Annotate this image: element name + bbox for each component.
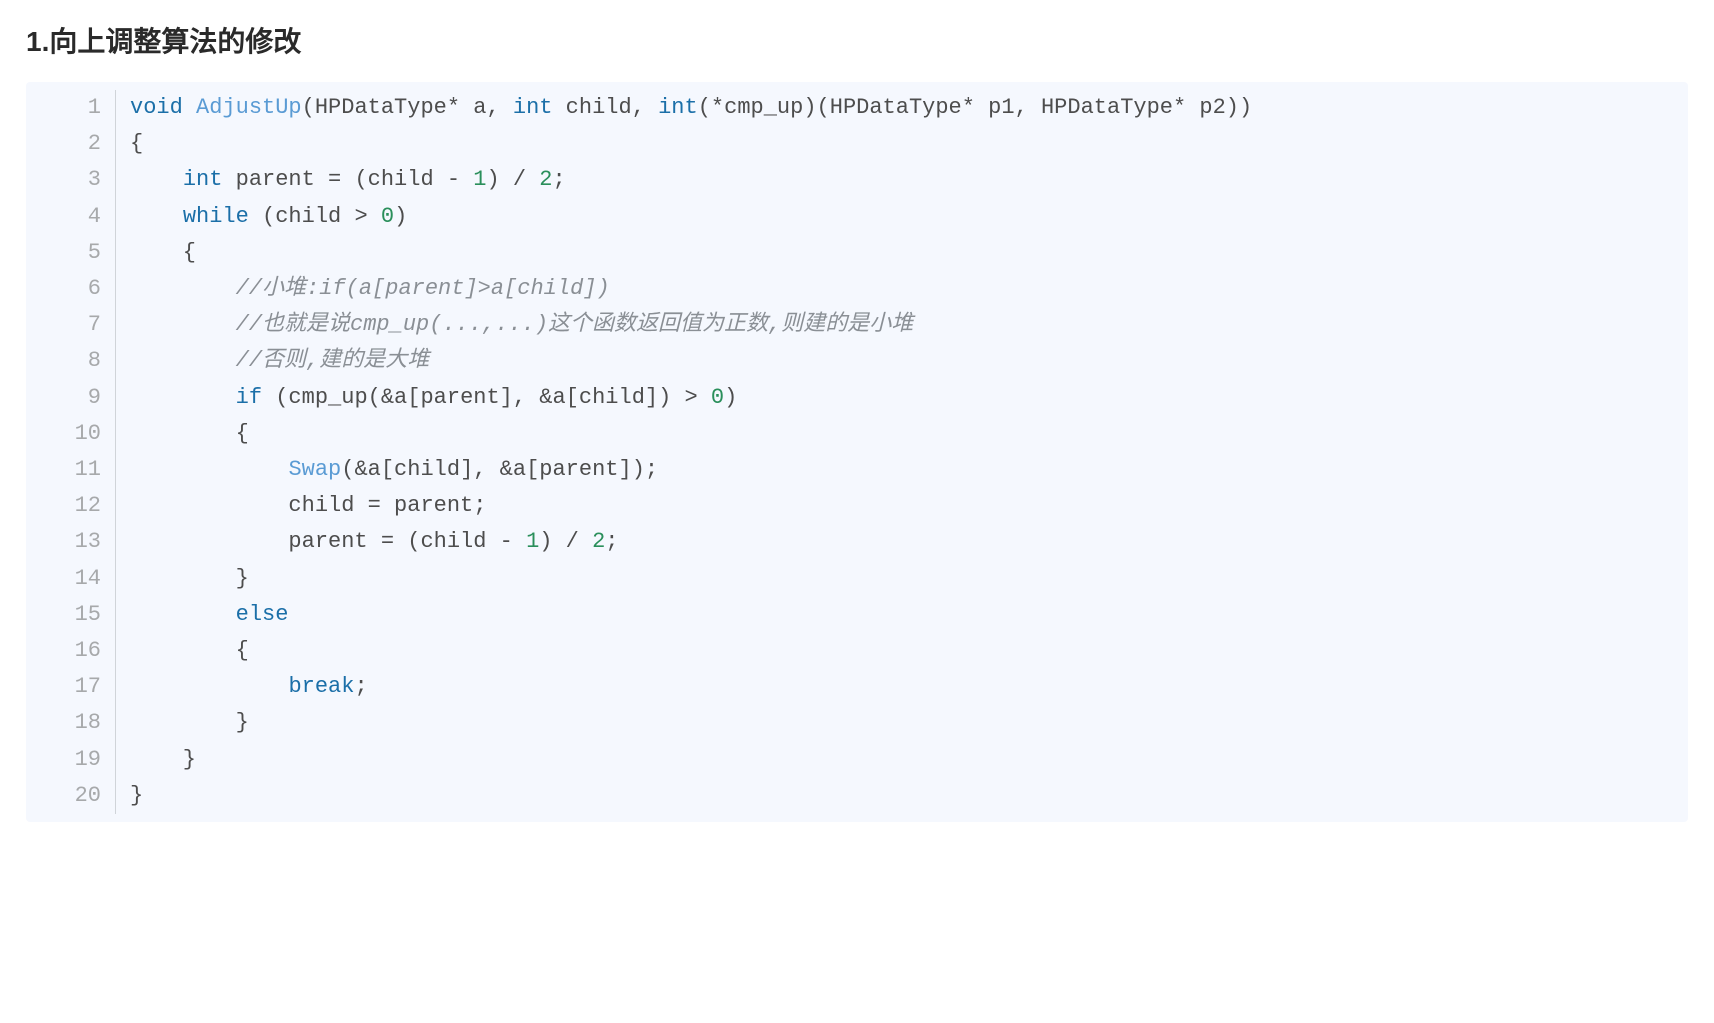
line-number: 3 xyxy=(26,162,116,198)
code-line: 17 break; xyxy=(26,669,1688,705)
code-content: child = parent; xyxy=(116,488,486,524)
line-number: 15 xyxy=(26,597,116,633)
line-number: 6 xyxy=(26,271,116,307)
code-content: { xyxy=(116,126,143,162)
code-line: 6 //小堆:if(a[parent]>a[child]) xyxy=(26,271,1688,307)
code-content: } xyxy=(116,561,249,597)
code-line: 19 } xyxy=(26,742,1688,778)
code-content: //否则,建的是大堆 xyxy=(116,343,429,379)
line-number: 4 xyxy=(26,199,116,235)
code-line: 16 { xyxy=(26,633,1688,669)
code-content: //小堆:if(a[parent]>a[child]) xyxy=(116,271,610,307)
line-number: 20 xyxy=(26,778,116,814)
code-line: 2{ xyxy=(26,126,1688,162)
code-content: Swap(&a[child], &a[parent]); xyxy=(116,452,658,488)
code-content: } xyxy=(116,742,196,778)
line-number: 9 xyxy=(26,380,116,416)
line-number: 2 xyxy=(26,126,116,162)
line-number: 14 xyxy=(26,561,116,597)
code-content: { xyxy=(116,416,249,452)
line-number: 13 xyxy=(26,524,116,560)
code-content: parent = (child - 1) / 2; xyxy=(116,524,619,560)
code-line: 4 while (child > 0) xyxy=(26,199,1688,235)
code-content: } xyxy=(116,778,143,814)
line-number: 5 xyxy=(26,235,116,271)
code-line: 3 int parent = (child - 1) / 2; xyxy=(26,162,1688,198)
code-line: 8 //否则,建的是大堆 xyxy=(26,343,1688,379)
code-content: { xyxy=(116,235,196,271)
code-content: void AdjustUp(HPDataType* a, int child, … xyxy=(116,90,1252,126)
line-number: 8 xyxy=(26,343,116,379)
code-content: int parent = (child - 1) / 2; xyxy=(116,162,566,198)
code-line: 9 if (cmp_up(&a[parent], &a[child]) > 0) xyxy=(26,380,1688,416)
line-number: 12 xyxy=(26,488,116,524)
code-content: { xyxy=(116,633,249,669)
line-number: 17 xyxy=(26,669,116,705)
line-number: 1 xyxy=(26,90,116,126)
code-line: 7 //也就是说cmp_up(...,...)这个函数返回值为正数,则建的是小堆 xyxy=(26,307,1688,343)
code-line: 15 else xyxy=(26,597,1688,633)
code-line: 1void AdjustUp(HPDataType* a, int child,… xyxy=(26,90,1688,126)
code-content: } xyxy=(116,705,249,741)
line-number: 16 xyxy=(26,633,116,669)
code-content: break; xyxy=(116,669,368,705)
line-number: 19 xyxy=(26,742,116,778)
code-line: 5 { xyxy=(26,235,1688,271)
line-number: 11 xyxy=(26,452,116,488)
section-heading: 1.向上调整算法的修改 xyxy=(26,20,1688,60)
code-line: 20} xyxy=(26,778,1688,814)
code-line: 18 } xyxy=(26,705,1688,741)
line-number: 10 xyxy=(26,416,116,452)
code-block: 1void AdjustUp(HPDataType* a, int child,… xyxy=(26,82,1688,822)
code-line: 12 child = parent; xyxy=(26,488,1688,524)
code-line: 11 Swap(&a[child], &a[parent]); xyxy=(26,452,1688,488)
code-line: 13 parent = (child - 1) / 2; xyxy=(26,524,1688,560)
line-number: 18 xyxy=(26,705,116,741)
code-content: else xyxy=(116,597,288,633)
code-content: if (cmp_up(&a[parent], &a[child]) > 0) xyxy=(116,380,737,416)
code-line: 14 } xyxy=(26,561,1688,597)
line-number: 7 xyxy=(26,307,116,343)
code-line: 10 { xyxy=(26,416,1688,452)
code-content: //也就是说cmp_up(...,...)这个函数返回值为正数,则建的是小堆 xyxy=(116,307,913,343)
code-content: while (child > 0) xyxy=(116,199,407,235)
